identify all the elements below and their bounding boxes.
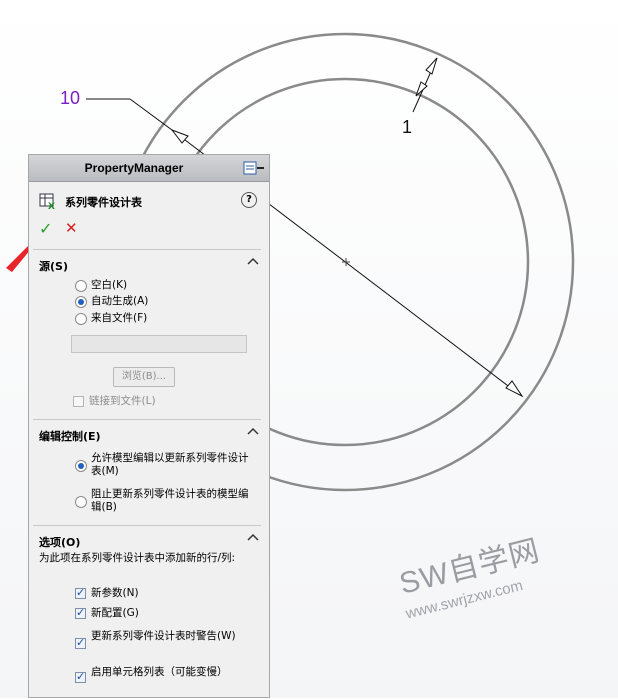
browse-button[interactable]: 浏览(B)... [113,367,175,387]
diameter-leader-slant [129,98,173,131]
radio-block-model-edit[interactable] [75,496,87,508]
option-auto-create-label[interactable]: 自动生成(A) [91,295,148,308]
diameter-dimension-text[interactable]: 10 [60,88,80,109]
chevron-up-icon[interactable] [247,426,259,436]
source-group-title: 源(S) [39,260,68,273]
chevron-up-icon[interactable] [247,532,259,542]
ok-check-icon[interactable]: ✓ [39,219,52,238]
warn-on-update-label[interactable]: 更新系列零件设计表时警告(W) [91,630,251,643]
checkbox-warn-on-update[interactable] [75,636,86,649]
cancel-x-icon[interactable]: ✕ [65,219,78,237]
checkbox-enable-cell-list[interactable] [75,670,86,683]
property-manager-panel: PropertyManager X 系列零件设计表 ? ✓ ✕ 源(S) 空白(… [28,154,270,698]
new-parameters-label[interactable]: 新参数(N) [91,587,139,600]
diameter-arrow-top [170,128,189,144]
checkbox-new-configurations[interactable] [75,606,86,619]
checkbox-new-parameters[interactable] [75,586,86,599]
ok-cancel-row: ✓ ✕ [37,219,97,239]
feature-title: 系列零件设计表 [65,196,142,209]
enable-cell-list-label[interactable]: 启用单元格列表（可能变慢） [91,666,241,679]
radio-allow-model-edit[interactable] [75,460,87,472]
feature-title-row: X 系列零件设计表 ? [37,191,261,211]
thickness-arrow-top [425,57,438,75]
design-table-icon: X [39,193,55,210]
options-group-title: 选项(O) [39,536,81,549]
option-blank-label[interactable]: 空白(K) [91,279,127,292]
help-icon[interactable]: ? [241,192,257,208]
link-to-file-label[interactable]: 链接到文件(L) [89,395,156,408]
options-description: 为此项在系列零件设计表中添加新的行/列: [39,552,236,564]
radio-auto-create[interactable] [75,296,87,308]
new-configurations-label[interactable]: 新配置(G) [91,607,139,620]
option-block-model-edit-label[interactable]: 阻止更新系列零件设计表的模型编辑(B) [91,488,251,514]
panel-title: PropertyManager [84,161,184,175]
file-path-input[interactable] [71,335,247,353]
option-from-file-label[interactable]: 来自文件(F) [91,312,147,325]
options-group: 选项(O) 为此项在系列零件设计表中添加新的行/列: 新参数(N) 新配置(G)… [33,525,261,700]
edit-control-group: 编辑控制(E) 允许模型编辑以更新系列零件设计表(M) 阻止更新系列零件设计表的… [33,419,261,524]
svg-text:X: X [48,202,55,210]
chevron-up-icon[interactable] [247,256,259,266]
link-to-file-checkbox[interactable] [73,396,84,407]
option-allow-model-edit-label[interactable]: 允许模型编辑以更新系列零件设计表(M) [91,452,251,478]
edit-control-group-title: 编辑控制(E) [39,430,101,443]
pin-icon[interactable] [243,161,265,175]
radio-blank[interactable] [75,280,87,292]
thickness-dimension-text[interactable]: 1 [402,117,412,138]
diameter-arrow-bottom [505,380,524,398]
radio-from-file[interactable] [75,313,87,325]
property-manager-header: PropertyManager [29,155,269,182]
